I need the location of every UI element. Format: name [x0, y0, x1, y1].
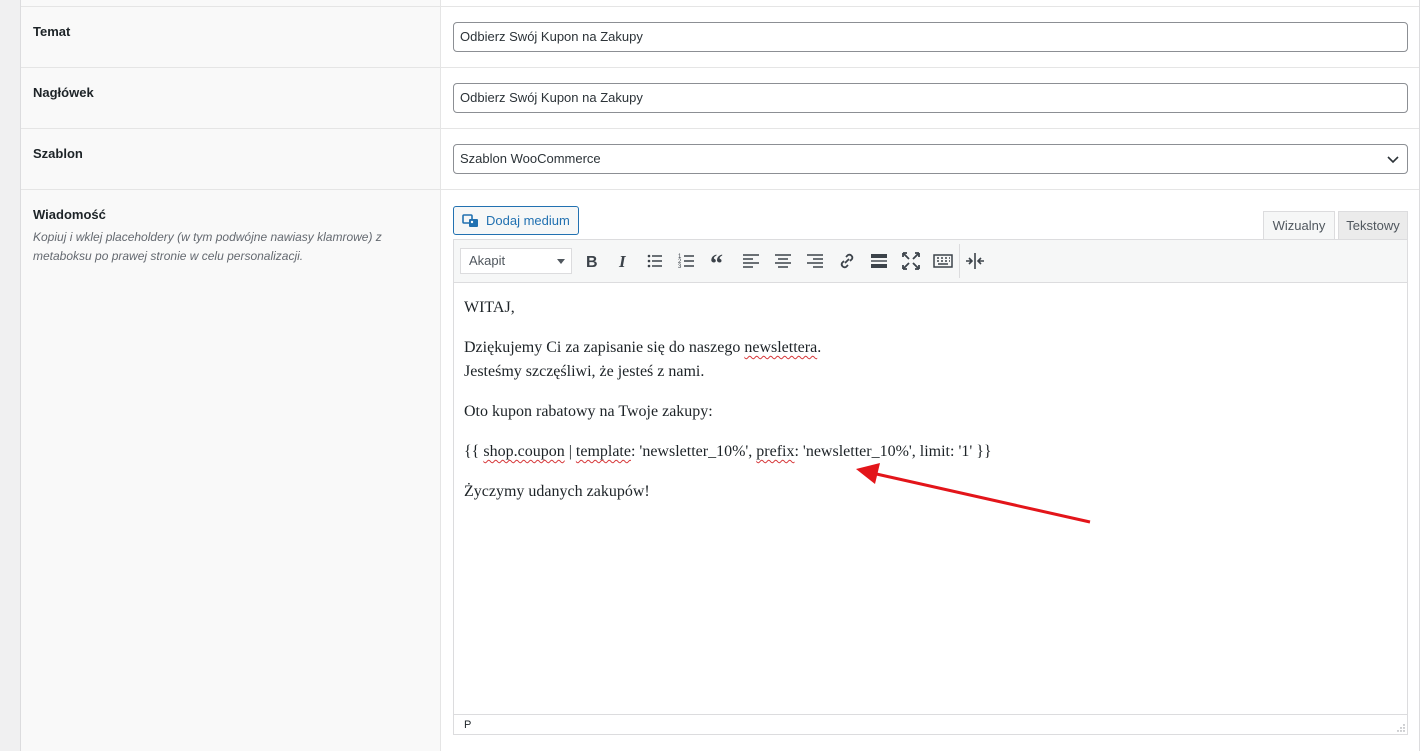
svg-text:“: “	[710, 250, 723, 272]
read-more-button[interactable]	[868, 250, 890, 272]
message-editor[interactable]: Akapit B I 1 2 3 “ WITAJ, Dziękujemy Ci …	[453, 239, 1408, 735]
thanks-period: .	[817, 339, 822, 356]
link-icon	[840, 253, 854, 269]
numbered-list-icon: 1 2 3	[678, 254, 694, 270]
heading-label: Nagłówek	[33, 85, 94, 100]
italic-icon: I	[618, 252, 627, 271]
align-right-button[interactable]	[804, 250, 826, 272]
fullscreen-button[interactable]	[900, 250, 922, 272]
page-scrollbar[interactable]	[1420, 0, 1425, 751]
read-more-icon	[871, 254, 887, 268]
row-divider	[21, 128, 1419, 129]
element-path[interactable]: P	[464, 719, 471, 731]
tab-visual[interactable]: Wizualny	[1263, 211, 1335, 240]
add-media-label: Dodaj medium	[486, 213, 570, 228]
subject-input[interactable]: Odbierz Swój Kupon na Zakupy	[453, 22, 1408, 52]
closing-line: Życzymy udanych zakupów!	[464, 483, 650, 500]
coupon-placeholder: {{ shop.coupon | template: 'newsletter_1…	[464, 440, 1394, 464]
add-media-button[interactable]: Dodaj medium	[453, 206, 579, 235]
template-select-value: Szablon WooCommerce	[460, 151, 601, 166]
settings-panel: Temat Odbierz Swój Kupon na Zakupy Nagłó…	[20, 0, 1420, 751]
subject-label: Temat	[33, 24, 71, 39]
page-break-button[interactable]	[964, 250, 986, 272]
row-divider	[21, 6, 1419, 7]
fullscreen-icon	[902, 252, 920, 270]
blockquote-button[interactable]: “	[708, 249, 730, 278]
italic-button[interactable]: I	[612, 250, 634, 272]
placeholder-pipe: |	[564, 443, 576, 460]
format-select-value: Akapit	[469, 253, 506, 268]
numbered-list-button[interactable]: 1 2 3	[676, 250, 698, 272]
placeholder-end: : 'newsletter_10%', limit: '1' }}	[794, 443, 992, 460]
placeholder-prefix: prefix	[756, 443, 795, 460]
template-label: Szablon	[33, 146, 83, 161]
toolbar-toggle-button[interactable]	[932, 250, 954, 272]
message-label: Wiadomość	[33, 207, 106, 222]
bold-button[interactable]: B	[580, 250, 602, 272]
toolbar-toggle-icon	[933, 254, 953, 268]
bullet-list-icon	[647, 254, 662, 268]
placeholder-open: {{	[464, 443, 484, 460]
thanks-text: Dziękujemy Ci za zapisanie się do naszeg…	[464, 339, 745, 356]
editor-content[interactable]: WITAJ, Dziękujemy Ci za zapisanie się do…	[464, 296, 1394, 520]
resize-grip-icon[interactable]	[1397, 724, 1405, 732]
row-divider	[21, 189, 1419, 190]
chevron-down-icon	[1387, 156, 1399, 164]
link-button[interactable]	[836, 250, 858, 272]
toolbar-separator	[959, 244, 960, 278]
align-left-icon	[743, 254, 759, 268]
placeholder-template: template	[575, 443, 631, 460]
misspelled-word: newslettera	[744, 339, 818, 356]
greeting-line: WITAJ,	[464, 299, 515, 316]
template-select[interactable]: Szablon WooCommerce	[453, 144, 1408, 174]
heading-input[interactable]: Odbierz Swój Kupon na Zakupy	[453, 83, 1408, 113]
chevron-down-icon	[557, 259, 565, 264]
svg-text:B: B	[586, 254, 598, 271]
page-break-icon	[966, 253, 984, 269]
blockquote-icon: “	[710, 249, 723, 278]
placeholder-template-value: : 'newsletter_10%',	[630, 443, 757, 460]
svg-text:3: 3	[678, 264, 682, 270]
align-right-icon	[807, 254, 823, 268]
editor-statusbar: P	[454, 714, 1407, 734]
editor-toolbar: Akapit B I 1 2 3 “	[454, 240, 1407, 283]
tab-text[interactable]: Tekstowy	[1338, 211, 1408, 240]
format-select[interactable]: Akapit	[460, 248, 572, 274]
label-column	[21, 0, 441, 751]
message-description: Kopiuj i wklej placeholdery (w tym podwó…	[33, 230, 382, 263]
placeholder-shop-coupon: shop.coupon	[483, 443, 565, 460]
align-center-button[interactable]	[772, 250, 794, 272]
align-center-icon	[775, 254, 791, 268]
happy-text: Jesteśmy szczęśliwi, że jesteś z nami.	[464, 363, 705, 380]
thanks-paragraph: Dziękujemy Ci za zapisanie się do naszeg…	[464, 336, 1394, 384]
media-icon	[462, 213, 478, 227]
align-left-button[interactable]	[740, 250, 762, 272]
bullet-list-button[interactable]	[644, 250, 666, 272]
coupon-intro: Oto kupon rabatowy na Twoje zakupy:	[464, 403, 713, 420]
svg-text:I: I	[618, 252, 627, 271]
bold-icon: B	[586, 254, 598, 271]
row-divider	[21, 67, 1419, 68]
